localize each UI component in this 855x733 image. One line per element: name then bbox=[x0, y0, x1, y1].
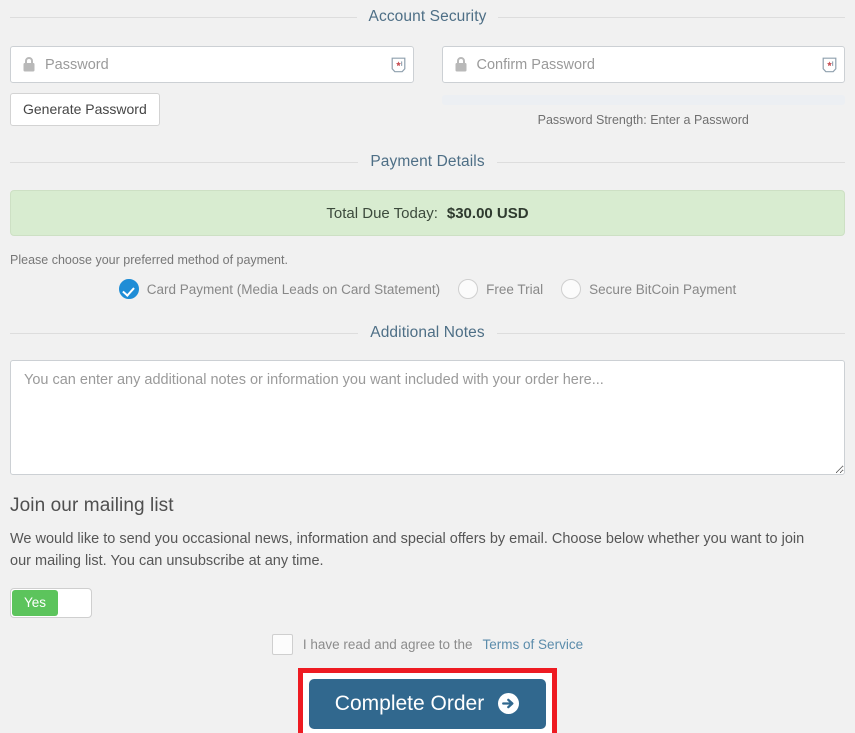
total-due-box: Total Due Today: $30.00 USD bbox=[10, 190, 845, 236]
payment-option-card-label: Card Payment (Media Leads on Card Statem… bbox=[146, 281, 441, 297]
additional-notes-textarea[interactable] bbox=[10, 360, 845, 475]
confirm-password-column: Password Strength: Enter a Password bbox=[441, 46, 845, 127]
payment-details-legend: Payment Details bbox=[0, 153, 855, 171]
legend-rule-left bbox=[10, 16, 357, 18]
submit-highlight-box: Complete Order bbox=[297, 667, 558, 733]
total-due-label: Total Due Today: bbox=[326, 204, 438, 222]
password-strength-bar bbox=[441, 95, 845, 105]
lock-icon bbox=[454, 56, 468, 73]
password-strength-label: Password Strength: Enter a Password bbox=[537, 113, 749, 127]
password-input[interactable] bbox=[45, 56, 391, 73]
terms-agreement-text: I have read and agree to the bbox=[302, 636, 473, 652]
account-security-legend-label: Account Security bbox=[368, 8, 487, 25]
generate-password-button[interactable]: Generate Password bbox=[10, 93, 160, 126]
radio-icon-free-trial[interactable] bbox=[458, 279, 479, 299]
legend-rule-left bbox=[10, 161, 359, 163]
password-column: Generate Password bbox=[10, 46, 414, 127]
additional-notes-legend: Additional Notes bbox=[0, 324, 855, 342]
password-fields-row: Generate Password Password Strength: Ent… bbox=[0, 46, 855, 127]
account-security-legend: Account Security bbox=[0, 8, 855, 26]
mailing-list-title: Join our mailing list bbox=[10, 495, 174, 516]
total-due-amount: $30.00 USD bbox=[446, 204, 529, 222]
payment-option-free-trial[interactable]: Free Trial bbox=[458, 279, 543, 299]
radio-icon-bitcoin[interactable] bbox=[561, 279, 582, 299]
complete-order-label: Complete Order bbox=[334, 691, 485, 715]
additional-notes-section: Additional Notes bbox=[0, 324, 855, 475]
account-security-section: Account Security Generate Password Passw… bbox=[0, 0, 855, 127]
legend-rule-right bbox=[496, 161, 846, 163]
legend-rule-left bbox=[10, 332, 359, 334]
lock-icon bbox=[22, 56, 36, 73]
complete-order-button[interactable]: Complete Order bbox=[308, 678, 547, 729]
legend-rule-right bbox=[496, 332, 846, 334]
radio-icon-card[interactable] bbox=[118, 279, 139, 299]
payment-details-section: Payment Details Total Due Today: $30.00 … bbox=[0, 153, 855, 299]
legend-rule-right bbox=[498, 16, 845, 18]
payment-details-legend-label: Payment Details bbox=[370, 153, 485, 170]
payment-option-bitcoin-label: Secure BitCoin Payment bbox=[589, 281, 737, 297]
additional-notes-legend-label: Additional Notes bbox=[370, 324, 485, 341]
mailing-list-toggle-track bbox=[58, 589, 90, 616]
payment-method-options: Card Payment (Media Leads on Card Statem… bbox=[0, 279, 855, 299]
confirm-password-input[interactable] bbox=[476, 56, 822, 73]
arrow-right-circle-icon bbox=[497, 692, 520, 715]
additional-notes-wrapper bbox=[10, 360, 845, 475]
terms-checkbox[interactable] bbox=[271, 633, 293, 655]
payment-method-note: Please choose your preferred method of p… bbox=[10, 253, 288, 267]
mailing-list-toggle-label: Yes bbox=[12, 589, 58, 616]
mailing-list-toggle[interactable]: Yes bbox=[10, 587, 92, 618]
order-form-page: Account Security Generate Password Passw… bbox=[0, 0, 855, 733]
payment-option-free-trial-label: Free Trial bbox=[486, 281, 544, 297]
terms-of-service-link[interactable]: Terms of Service bbox=[483, 637, 584, 652]
password-input-wrapper[interactable] bbox=[10, 46, 414, 83]
password-manager-icon[interactable] bbox=[391, 57, 406, 73]
submit-area: Complete Order bbox=[0, 667, 855, 733]
terms-agreement-row: I have read and agree to the Terms of Se… bbox=[0, 633, 855, 655]
confirm-password-input-wrapper[interactable] bbox=[441, 46, 845, 83]
payment-option-bitcoin[interactable]: Secure BitCoin Payment bbox=[561, 279, 736, 299]
password-manager-icon[interactable] bbox=[822, 57, 837, 73]
payment-option-card[interactable]: Card Payment (Media Leads on Card Statem… bbox=[118, 279, 441, 299]
mailing-list-section: Join our mailing list We would like to s… bbox=[10, 495, 845, 618]
mailing-list-description: We would like to send you occasional new… bbox=[10, 531, 805, 570]
